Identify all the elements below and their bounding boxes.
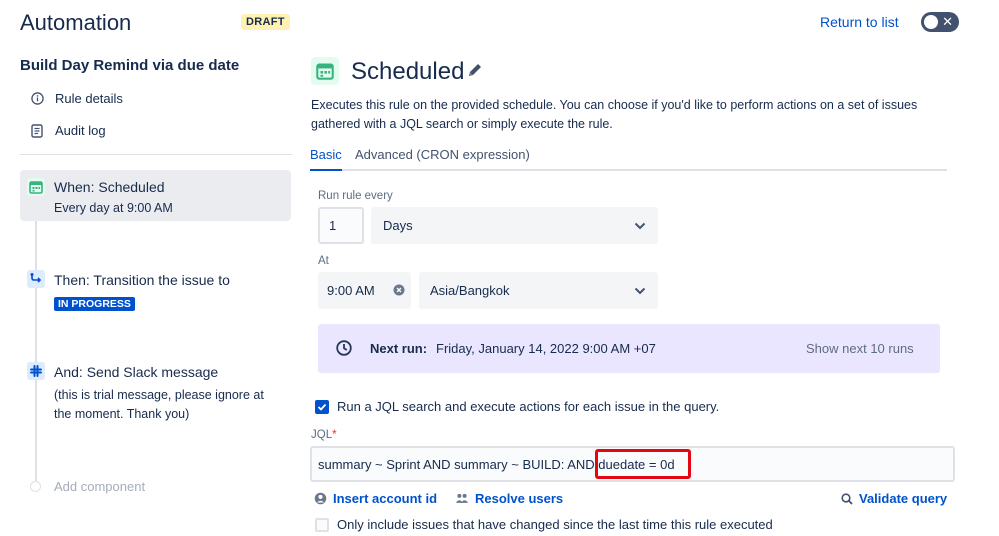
audit-log-label: Audit log bbox=[55, 123, 106, 138]
slack-icon bbox=[27, 362, 45, 380]
jql-label: JQL* bbox=[311, 429, 337, 441]
draft-badge: DRAFT bbox=[241, 14, 290, 30]
rule-enabled-toggle[interactable]: ✕ bbox=[921, 12, 959, 32]
jql-checkbox-row[interactable]: Run a JQL search and execute actions for… bbox=[315, 399, 719, 414]
description-line-2: gathered with a JQL search or simply exe… bbox=[311, 117, 613, 131]
insert-account-id-label: Insert account id bbox=[333, 491, 438, 506]
show-next-runs-button[interactable]: Show next 10 runs bbox=[806, 341, 914, 356]
description-line-1: Executes this rule on the provided sched… bbox=[311, 98, 918, 112]
step-subtitle-line-2: the moment. Thank you) bbox=[54, 407, 190, 421]
select-value: Days bbox=[383, 218, 413, 233]
changed-checkbox-row[interactable]: Only include issues that have changed si… bbox=[315, 517, 773, 532]
close-icon: ✕ bbox=[942, 14, 953, 29]
run-every-input[interactable]: 1 bbox=[318, 207, 364, 244]
document-icon bbox=[30, 123, 44, 138]
timezone-value: Asia/Bangkok bbox=[430, 283, 510, 298]
resolve-users-button[interactable]: Resolve users bbox=[455, 491, 563, 506]
run-every-label: Run rule every bbox=[318, 190, 393, 202]
tab-advanced[interactable]: Advanced (CRON expression) bbox=[355, 147, 530, 171]
status-lozenge: IN PROGRESS bbox=[54, 297, 135, 311]
insert-account-id-button[interactable]: Insert account id bbox=[314, 491, 437, 506]
jql-label-text: JQL bbox=[311, 429, 333, 441]
pencil-icon[interactable] bbox=[467, 62, 483, 83]
step-subtitle: Every day at 9:00 AM bbox=[54, 201, 173, 215]
add-component-button[interactable]: Add component bbox=[54, 479, 145, 494]
rule-name: Build Day Remind via due date bbox=[20, 57, 240, 74]
toggle-knob bbox=[924, 15, 938, 29]
clock-icon bbox=[336, 340, 352, 356]
next-run-label: Next run: bbox=[370, 341, 428, 356]
required-mark: * bbox=[332, 429, 337, 441]
component-title: Scheduled bbox=[351, 58, 465, 85]
info-icon bbox=[30, 92, 44, 106]
rule-details-label: Rule details bbox=[55, 91, 123, 106]
jql-checkbox-label: Run a JQL search and execute actions for… bbox=[337, 399, 720, 414]
changed-only-checkbox[interactable] bbox=[315, 517, 329, 532]
time-picker[interactable]: 9:00 AM bbox=[318, 272, 411, 309]
calendar-icon bbox=[27, 178, 45, 196]
calendar-icon bbox=[311, 57, 339, 85]
tab-basic[interactable]: Basic bbox=[310, 147, 342, 171]
time-value: 9:00 AM bbox=[327, 283, 375, 298]
page-title: Automation bbox=[20, 10, 132, 35]
step-when-scheduled[interactable]: When: Scheduled Every day at 9:00 AM bbox=[20, 170, 291, 221]
step-then-transition[interactable]: Then: Transition the issue to IN PROGRES… bbox=[20, 265, 291, 315]
audit-log-link[interactable]: Audit log bbox=[30, 123, 106, 138]
step-title: And: Send Slack message bbox=[54, 364, 219, 380]
at-label: At bbox=[318, 255, 329, 267]
step-title: When: Scheduled bbox=[54, 179, 165, 195]
next-run-value: Friday, January 14, 2022 9:00 AM +07 bbox=[436, 341, 656, 356]
jql-checkbox[interactable] bbox=[315, 399, 329, 414]
step-title: Then: Transition the issue to bbox=[54, 272, 230, 288]
rule-details-link[interactable]: Rule details bbox=[30, 91, 123, 106]
transition-icon bbox=[27, 270, 45, 288]
changed-checkbox-label: Only include issues that have changed si… bbox=[337, 517, 773, 532]
resolve-users-label: Resolve users bbox=[475, 491, 564, 506]
run-every-unit-select[interactable]: Days bbox=[371, 207, 658, 244]
chevron-down-icon bbox=[634, 222, 646, 229]
sidebar-divider bbox=[20, 154, 292, 155]
schedule-tabs: Basic Advanced (CRON expression) bbox=[310, 147, 947, 171]
check-icon bbox=[317, 403, 327, 411]
component-description: Executes this rule on the provided sched… bbox=[311, 96, 951, 134]
users-icon bbox=[455, 492, 469, 505]
next-run-panel: Next run: Friday, January 14, 2022 9:00 … bbox=[318, 324, 940, 373]
timeline-line bbox=[35, 210, 37, 482]
step-subtitle-line-1: (this is trial message, please ignore at bbox=[54, 388, 264, 402]
annotation-highlight-box bbox=[595, 449, 691, 479]
timezone-select[interactable]: Asia/Bangkok bbox=[419, 272, 658, 309]
validate-query-label: Validate query bbox=[859, 491, 948, 506]
clear-icon[interactable] bbox=[393, 284, 405, 296]
chevron-down-icon bbox=[634, 287, 646, 294]
return-to-list-link[interactable]: Return to list bbox=[820, 14, 899, 30]
validate-query-button[interactable]: Validate query bbox=[841, 491, 947, 506]
add-component-dot bbox=[30, 481, 41, 492]
user-icon bbox=[314, 492, 327, 505]
step-and-slack[interactable]: And: Send Slack message (this is trial m… bbox=[20, 358, 291, 428]
search-icon bbox=[841, 492, 853, 505]
